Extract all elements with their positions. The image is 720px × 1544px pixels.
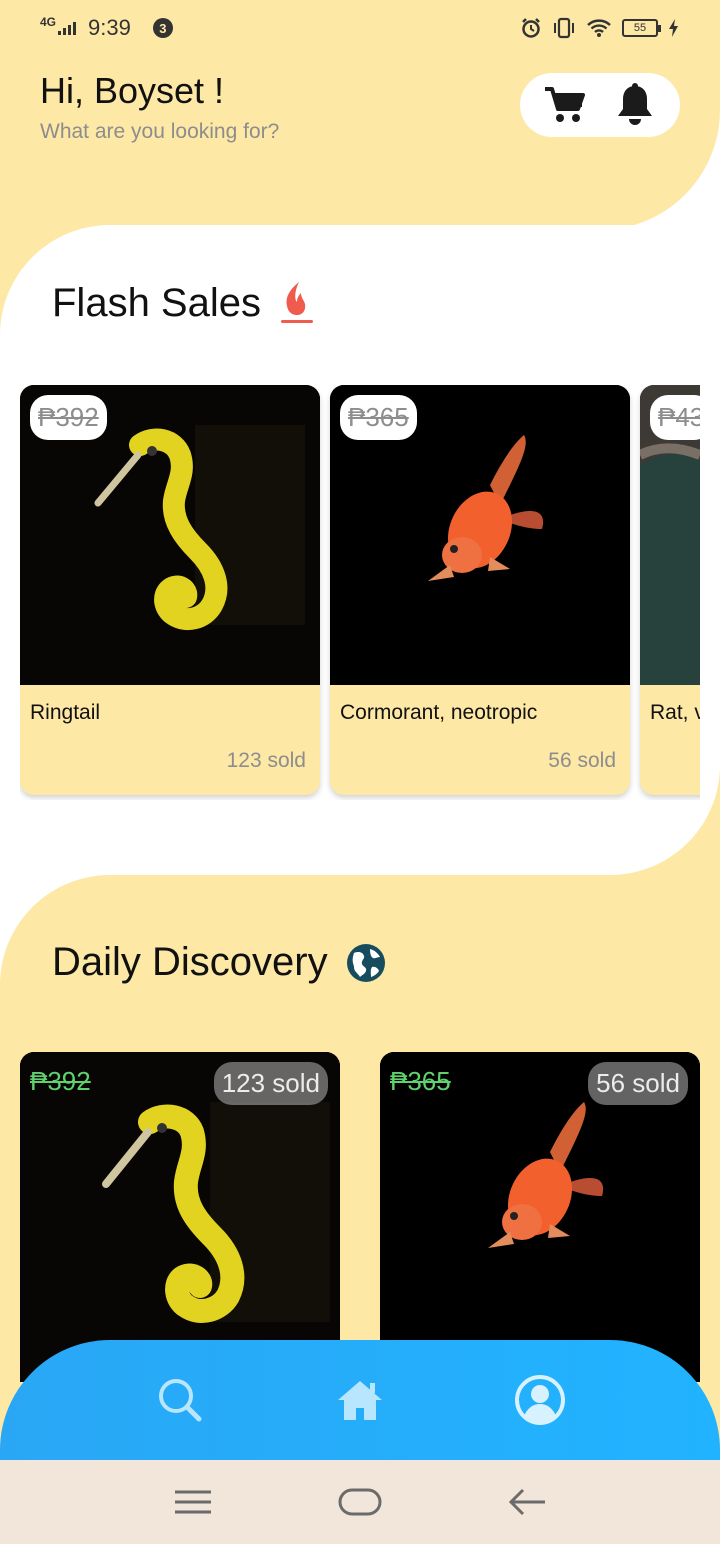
- section-title: Daily Discovery: [52, 940, 328, 984]
- back-icon[interactable]: [507, 1487, 547, 1517]
- sold-count: 56 sold: [548, 749, 616, 772]
- alarm-icon: [522, 18, 540, 38]
- greeting-block: Hi, Boyset ! What are you looking for?: [40, 70, 279, 144]
- flash-sales-list[interactable]: ₱392 Ringtail 123 sold ₱365 Cormorant, n…: [20, 385, 700, 800]
- system-navigation-bar: [0, 1460, 720, 1544]
- menu-icon[interactable]: [173, 1487, 213, 1517]
- product-image: ₱365: [330, 385, 630, 685]
- network-type: 4G: [40, 15, 57, 29]
- discovery-card[interactable]: ₱392 123 sold: [20, 1052, 340, 1382]
- bottom-navigation: [0, 1340, 720, 1470]
- product-name: Rat, v: [650, 701, 700, 724]
- profile-icon: [515, 1375, 565, 1425]
- nav-home[interactable]: [330, 1370, 390, 1430]
- original-price: ₱392: [30, 395, 107, 440]
- sold-count: 123 sold: [226, 749, 306, 772]
- product-name: Ringtail: [30, 701, 101, 724]
- signal-icon: [58, 21, 77, 35]
- search-icon: [159, 1379, 202, 1422]
- cart-icon: [545, 87, 585, 122]
- header-actions: [520, 73, 680, 137]
- section-title: Flash Sales: [52, 280, 261, 325]
- product-image: ₱392: [20, 385, 320, 685]
- globe-icon: [346, 943, 385, 982]
- notification-count-badge: 3: [152, 18, 173, 38]
- original-price: ₱392: [30, 1066, 91, 1096]
- fire-icon: [280, 282, 313, 323]
- original-price: ₱365: [390, 1066, 451, 1096]
- discovery-card[interactable]: ₱365 56 sold: [380, 1052, 700, 1382]
- sold-count-badge: 56 sold: [588, 1062, 688, 1105]
- nav-search[interactable]: [150, 1370, 210, 1430]
- home-icon: [338, 1381, 382, 1420]
- original-price: ₱365: [340, 395, 417, 440]
- battery-icon: 55: [622, 19, 661, 37]
- greeting-title: Hi, Boyset !: [40, 70, 225, 111]
- cart-button[interactable]: [541, 81, 589, 129]
- product-card[interactable]: ₱43 Rat, v: [640, 385, 700, 795]
- product-card[interactable]: ₱365 Cormorant, neotropic 56 sold: [330, 385, 630, 795]
- product-card[interactable]: ₱392 Ringtail 123 sold: [20, 385, 320, 795]
- status-bar: 4G 9:39 3 55: [0, 0, 720, 56]
- greeting-subtitle: What are you looking for?: [40, 120, 280, 143]
- product-image: ₱43: [640, 385, 700, 685]
- vibrate-icon: [554, 17, 574, 39]
- bell-icon: [618, 83, 652, 125]
- product-name: Cormorant, neotropic: [340, 701, 538, 724]
- flash-sales-header: Flash Sales: [52, 280, 315, 326]
- clock: 9:39: [88, 15, 131, 40]
- nav-profile[interactable]: [510, 1370, 570, 1430]
- daily-discovery-header: Daily Discovery: [52, 940, 386, 985]
- charging-icon: [669, 19, 678, 37]
- home-button-icon[interactable]: [338, 1487, 382, 1517]
- sold-count-badge: 123 sold: [213, 1062, 328, 1105]
- notifications-button[interactable]: [611, 81, 659, 129]
- wifi-icon: [587, 19, 611, 37]
- original-price: ₱43: [650, 395, 700, 440]
